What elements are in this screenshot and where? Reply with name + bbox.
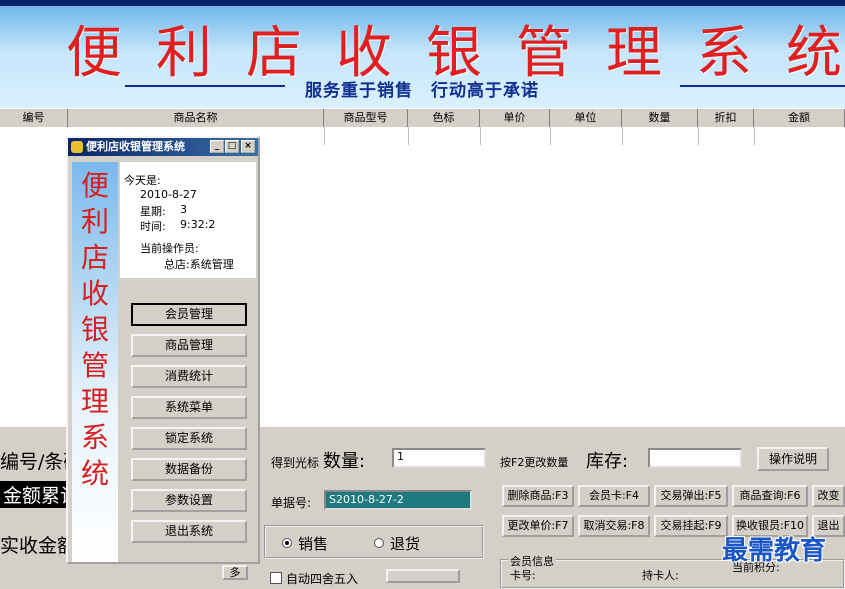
system-menu-button[interactable]: 系统菜单 (131, 396, 247, 419)
current-date: 2010-8-27 (140, 188, 197, 201)
vertical-title-bar: 便 利 店 收 银 管 理 系 统 (72, 162, 118, 562)
grid-line (408, 127, 409, 145)
today-label: 今天是: (124, 174, 161, 187)
f2-hint-label: 按F2更改数量 (500, 456, 569, 469)
vertical-title-char: 系 (80, 421, 109, 454)
status-info-panel: 今天是: 2010-8-27 星期: 3 时间: 9:32:2 当前操作员: 总… (120, 162, 256, 278)
operator-label: 当前操作员: (140, 242, 199, 255)
banner-slogan: 服务重于销售 行动高于承诺 (305, 81, 539, 101)
vertical-title-char: 理 (80, 385, 109, 418)
parameter-settings-button[interactable]: 参数设置 (131, 489, 247, 512)
minimize-icon[interactable]: _ (210, 140, 224, 153)
vertical-title-char: 利 (80, 205, 109, 238)
return-radio-label: 退货 (390, 535, 421, 553)
exit-system-button[interactable]: 退出系统 (131, 520, 247, 543)
member-card-button[interactable]: 会员卡:F4 (578, 485, 650, 507)
barcode-hint-label: 得到光标 (271, 456, 320, 470)
sale-radio-label: 销售 (298, 535, 329, 553)
receipt-number-label: 单据号: (271, 496, 312, 510)
vertical-title-char: 便 (80, 169, 109, 202)
maximize-icon[interactable]: □ (225, 140, 239, 153)
app-banner: 便利店收银管理系统 服务重于销售 行动高于承诺 (0, 6, 845, 108)
quantity-input[interactable]: 1 (392, 448, 486, 468)
receipt-number-field[interactable]: S2010-8-27-2 (324, 490, 472, 510)
auto-round-checkbox[interactable] (270, 572, 282, 584)
dialog-titlebar[interactable]: 便利店收银管理系统 _ □ × (68, 138, 258, 156)
auto-round-option-button[interactable] (386, 569, 460, 583)
time-value: 9:32:2 (180, 218, 216, 231)
sales-table-header: 编号 商品名称 商品型号 色标 单价 单位 数量 折扣 金额 (0, 108, 845, 128)
card-holder-label: 持卡人: (642, 569, 679, 582)
column-header-unit[interactable]: 单位 (550, 109, 622, 127)
column-header-quantity[interactable]: 数量 (622, 109, 698, 127)
return-radio[interactable] (374, 538, 384, 548)
vertical-title-char: 银 (80, 313, 109, 346)
watermark-text: 最需教育 (722, 536, 827, 566)
sale-type-group: 销售 退货 (264, 525, 484, 559)
banner-divider-left (125, 85, 285, 87)
stock-label: 库存: (586, 451, 629, 472)
column-header-price[interactable]: 单价 (480, 109, 550, 127)
sale-radio[interactable] (282, 538, 292, 548)
grid-line (324, 127, 325, 145)
column-header-amount[interactable]: 金额 (754, 109, 845, 127)
column-header-model[interactable]: 商品型号 (324, 109, 408, 127)
member-card-number-label: 卡号: (510, 569, 536, 582)
main-menu-dialog: 便利店收银管理系统 _ □ × 便 利 店 收 银 管 理 系 统 今天是: 2… (66, 136, 260, 564)
consumption-stats-button[interactable]: 消费统计 (131, 365, 247, 388)
vertical-title-char: 统 (80, 457, 109, 490)
vertical-title-char: 收 (80, 277, 109, 310)
cancel-transaction-button[interactable]: 取消交易:F8 (578, 515, 650, 537)
help-button[interactable]: 操作说明 (757, 447, 829, 471)
dialog-title: 便利店收银管理系统 (86, 140, 185, 153)
vertical-title-char: 店 (80, 241, 109, 274)
data-backup-button[interactable]: 数据备份 (131, 458, 247, 481)
member-management-button[interactable]: 会员管理 (131, 303, 247, 326)
weekday-label: 星期: (140, 205, 166, 218)
change-price-button[interactable]: 更改单价:F7 (502, 515, 574, 537)
quantity-label: 数量: (323, 451, 366, 472)
lock-system-button[interactable]: 锁定系统 (131, 427, 247, 450)
operator-name: 总店:系统管理 (164, 258, 234, 271)
grid-line (754, 127, 755, 145)
close-icon[interactable]: × (241, 140, 255, 153)
auto-round-label: 自动四舍五入 (286, 572, 359, 586)
product-search-button[interactable]: 商品查询:F6 (732, 485, 808, 507)
banner-divider-right (680, 85, 845, 87)
time-label: 时间: (140, 220, 166, 233)
weekday-value: 3 (180, 203, 187, 216)
actual-amount-label: 实收金额 (0, 535, 77, 557)
app-coin-icon (71, 141, 83, 153)
product-management-button[interactable]: 商品管理 (131, 334, 247, 357)
column-header-discount[interactable]: 折扣 (698, 109, 754, 127)
grid-line (550, 127, 551, 145)
column-header-product-name[interactable]: 商品名称 (68, 109, 324, 127)
grid-line (698, 127, 699, 145)
grid-line (480, 127, 481, 145)
hold-transaction-button[interactable]: 交易挂起:F9 (654, 515, 728, 537)
grid-line (622, 127, 623, 145)
change-button[interactable]: 改变 (812, 485, 845, 507)
column-header-color[interactable]: 色标 (408, 109, 480, 127)
pop-transaction-button[interactable]: 交易弹出:F5 (654, 485, 728, 507)
stock-input[interactable] (648, 448, 742, 468)
more-button[interactable]: 多 (222, 565, 248, 580)
column-header-code[interactable]: 编号 (0, 109, 68, 127)
delete-product-button[interactable]: 删除商品:F3 (502, 485, 574, 507)
vertical-title-char: 管 (80, 349, 109, 382)
